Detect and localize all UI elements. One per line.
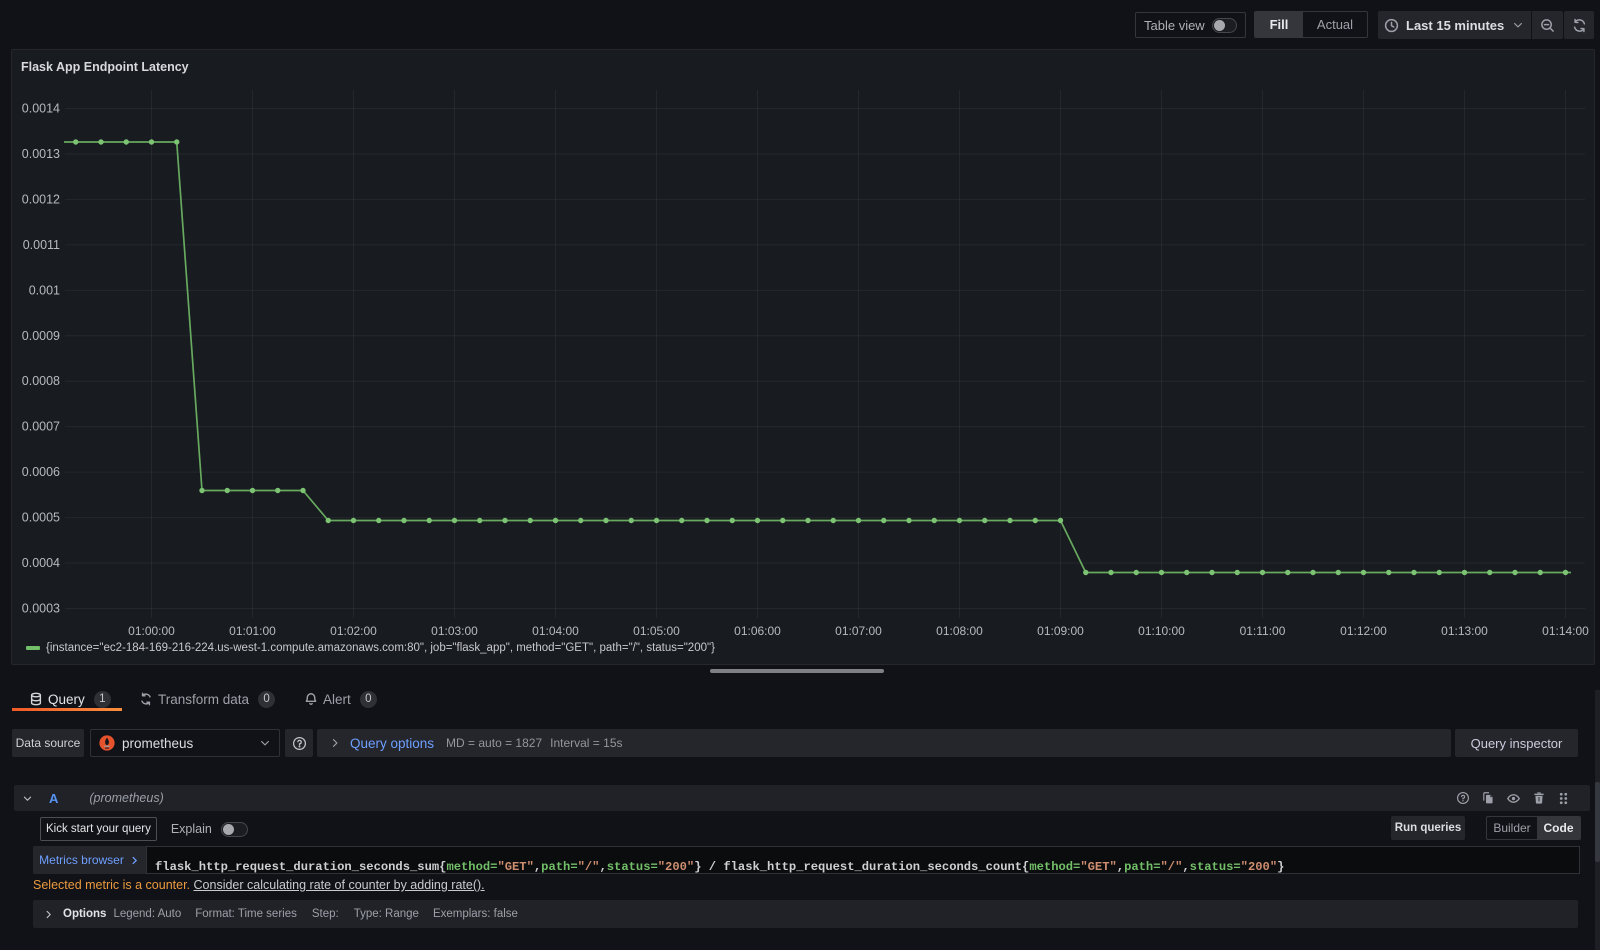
svg-text:0.0011: 0.0011 [23, 238, 60, 252]
svg-text:0.0005: 0.0005 [22, 511, 60, 525]
svg-text:0.0004: 0.0004 [22, 556, 60, 570]
svg-text:01:13:00: 01:13:00 [1441, 624, 1488, 638]
svg-text:0.0007: 0.0007 [22, 420, 60, 434]
svg-text:01:14:00: 01:14:00 [1542, 624, 1589, 638]
svg-text:01:01:00: 01:01:00 [229, 624, 276, 638]
svg-text:0.001: 0.001 [29, 283, 60, 297]
svg-text:01:03:00: 01:03:00 [431, 624, 478, 638]
svg-text:01:08:00: 01:08:00 [936, 624, 983, 638]
svg-text:01:04:00: 01:04:00 [532, 624, 579, 638]
svg-text:01:02:00: 01:02:00 [330, 624, 377, 638]
svg-text:01:12:00: 01:12:00 [1340, 624, 1387, 638]
svg-text:01:07:00: 01:07:00 [835, 624, 882, 638]
svg-text:0.0013: 0.0013 [22, 147, 60, 161]
svg-text:01:05:00: 01:05:00 [633, 624, 680, 638]
svg-text:01:10:00: 01:10:00 [1138, 624, 1185, 638]
svg-text:0.0009: 0.0009 [22, 329, 60, 343]
svg-text:0.0003: 0.0003 [22, 602, 60, 616]
svg-text:0.0006: 0.0006 [22, 465, 60, 479]
svg-text:0.0012: 0.0012 [22, 192, 60, 206]
svg-text:01:09:00: 01:09:00 [1037, 624, 1084, 638]
svg-text:0.0014: 0.0014 [22, 102, 60, 116]
svg-text:01:11:00: 01:11:00 [1240, 624, 1286, 638]
svg-text:0.0008: 0.0008 [22, 374, 60, 388]
svg-text:01:06:00: 01:06:00 [734, 624, 781, 638]
svg-text:01:00:00: 01:00:00 [128, 624, 175, 638]
